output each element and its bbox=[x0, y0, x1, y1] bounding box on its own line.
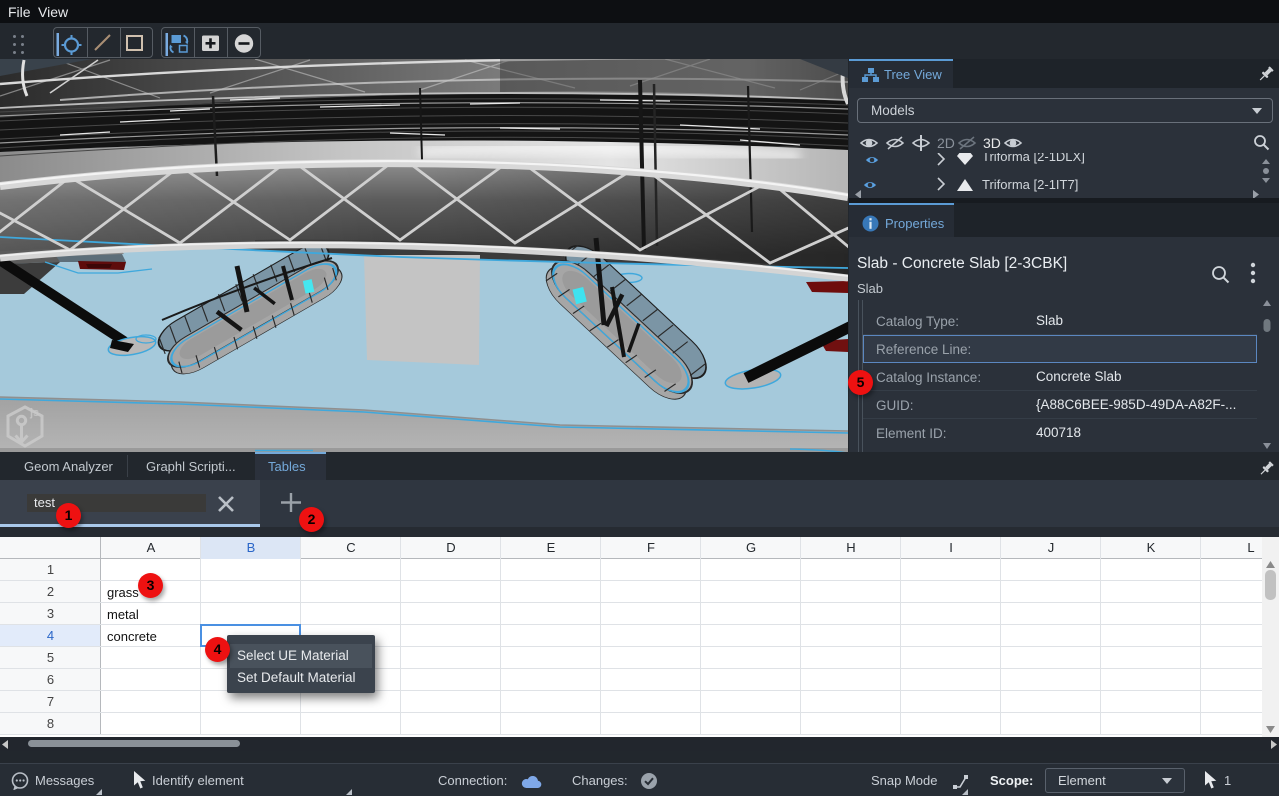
svg-text:2D: 2D bbox=[937, 135, 955, 151]
svg-text:3D: 3D bbox=[983, 135, 1001, 151]
svg-text:js: js bbox=[29, 407, 39, 419]
